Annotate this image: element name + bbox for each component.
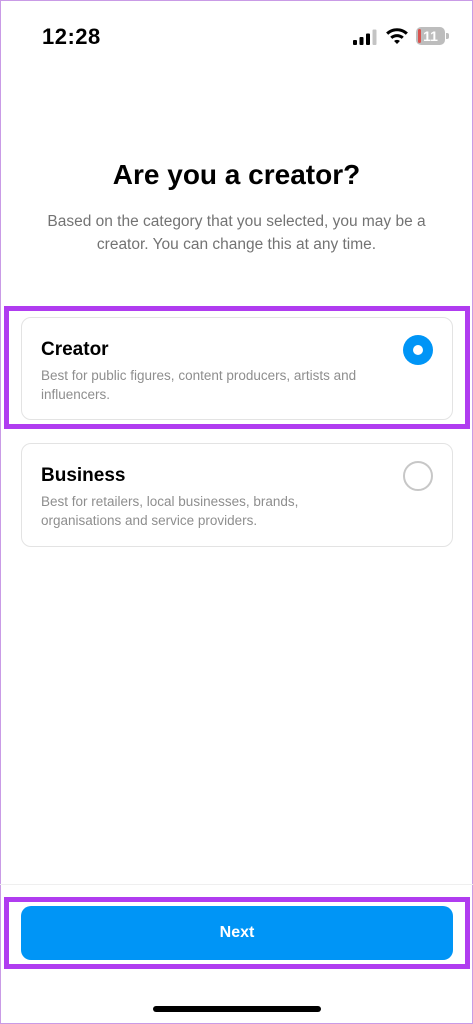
status-time: 12:28 xyxy=(42,24,101,49)
page-title: Are you a creator? xyxy=(112,159,361,190)
signal-icon xyxy=(353,29,377,45)
home-indicator[interactable] xyxy=(153,1006,321,1012)
page-subtitle: Based on the category that you selected,… xyxy=(47,213,426,253)
radio-selected-icon[interactable] xyxy=(403,335,433,365)
option-title: Business xyxy=(41,465,126,486)
status-bar: 12:28 11 xyxy=(0,0,473,70)
battery-icon: 11 xyxy=(416,27,450,45)
next-button[interactable]: Next xyxy=(21,906,453,960)
option-description: Best for retailers, local businesses, br… xyxy=(41,494,299,528)
option-description: Best for public figures, content produce… xyxy=(41,368,357,402)
option-card-creator[interactable]: Creator Best for public figures, content… xyxy=(21,317,453,420)
footer-divider xyxy=(0,884,473,885)
option-card-business[interactable]: Business Best for retailers, local busin… xyxy=(21,443,453,547)
battery-level: 11 xyxy=(423,28,438,44)
battery-tip xyxy=(446,33,449,39)
wifi-icon xyxy=(386,28,408,44)
radio-unselected-icon[interactable] xyxy=(403,461,433,491)
option-title: Creator xyxy=(41,339,109,360)
